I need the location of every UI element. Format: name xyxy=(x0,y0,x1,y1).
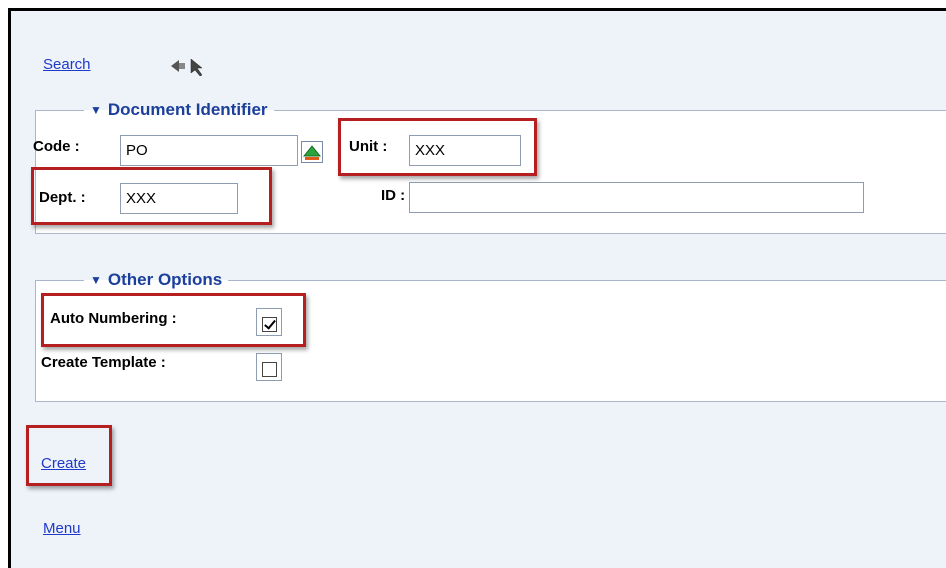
checkbox-check-icon xyxy=(261,317,277,332)
app-frame: Search ▼ Document Identifier Code : Unit … xyxy=(8,8,946,568)
navigation-arrows-icon[interactable] xyxy=(169,55,211,77)
document-identifier-title: Document Identifier xyxy=(107,100,268,119)
menu-link[interactable]: Menu xyxy=(43,520,81,537)
dept-label: Dept. : xyxy=(39,189,86,206)
checkbox-box-icon xyxy=(261,362,277,377)
code-label: Code : xyxy=(33,138,80,155)
dept-input[interactable] xyxy=(120,183,238,214)
other-options-legend[interactable]: ▼ Other Options xyxy=(84,270,228,290)
unit-label: Unit : xyxy=(349,138,388,155)
other-options-title: Other Options xyxy=(107,270,223,289)
create-template-label: Create Template : xyxy=(41,354,166,371)
collapse-triangle-icon[interactable]: ▼ xyxy=(90,103,102,117)
document-identifier-legend[interactable]: ▼ Document Identifier xyxy=(84,100,274,120)
other-options-section: ▼ Other Options xyxy=(35,270,946,402)
id-label: ID : xyxy=(381,187,406,204)
code-input[interactable] xyxy=(120,135,298,166)
auto-numbering-checkbox[interactable] xyxy=(256,308,282,336)
unit-input[interactable] xyxy=(409,135,521,166)
id-input[interactable] xyxy=(409,182,864,213)
collapse-triangle-icon[interactable]: ▼ xyxy=(90,273,102,287)
lookup-arrow-icon[interactable] xyxy=(301,141,323,163)
search-link[interactable]: Search xyxy=(43,56,91,73)
create-link[interactable]: Create xyxy=(41,455,86,472)
create-template-checkbox[interactable] xyxy=(256,353,282,381)
auto-numbering-label: Auto Numbering : xyxy=(50,310,177,327)
